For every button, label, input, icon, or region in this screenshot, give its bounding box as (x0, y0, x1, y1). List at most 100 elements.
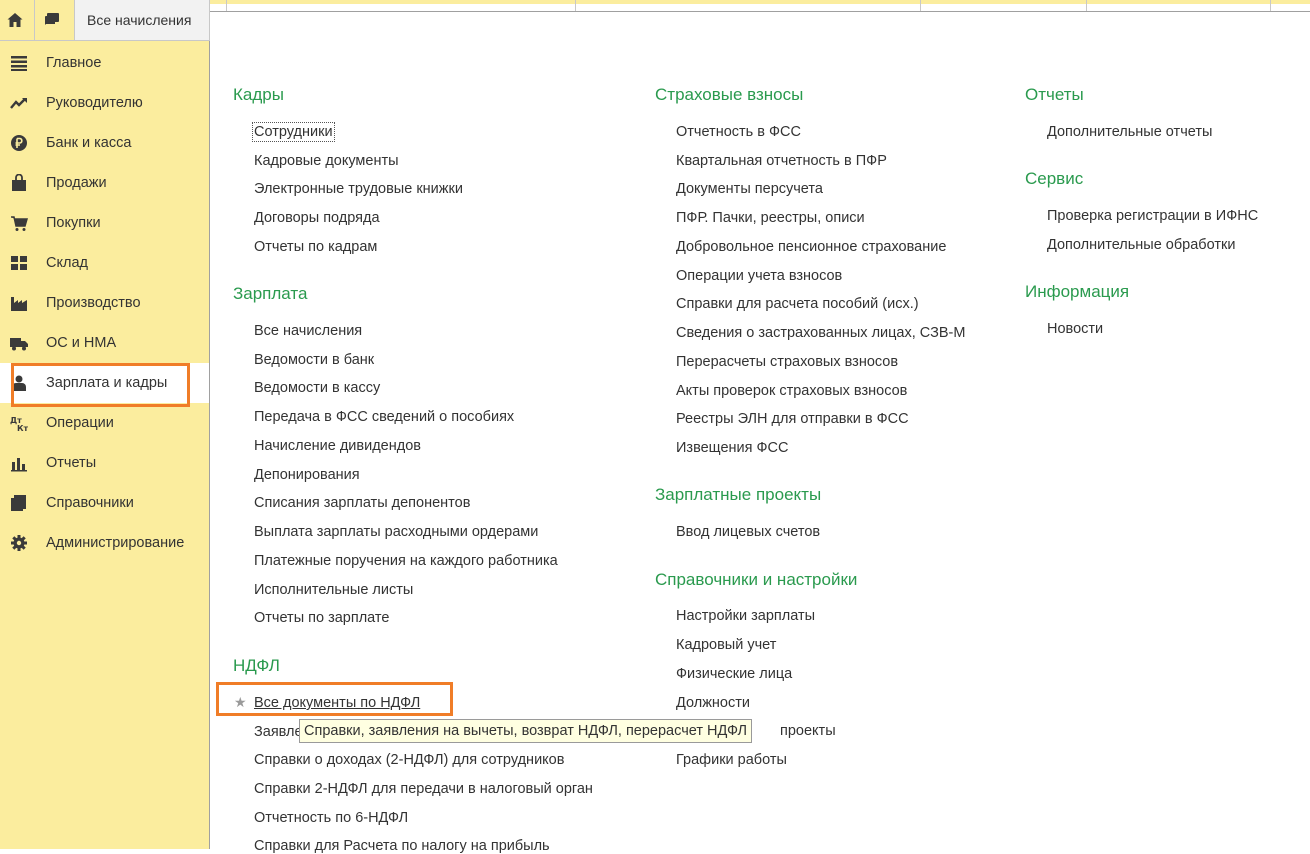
link-2ndfl-tax-authority[interactable]: Справки 2-НДФЛ для передачи в налоговый … (254, 781, 593, 797)
top-bar: Все начисления (0, 0, 210, 41)
tab-all-accruals[interactable]: Все начисления (74, 0, 209, 40)
link-pfr-quarterly[interactable]: Квартальная отчетность в ПФР (676, 153, 887, 169)
link-hr-documents[interactable]: Кадровые документы (254, 153, 399, 169)
section-title-service: Сервис (1025, 169, 1084, 188)
tooltip: Справки, заявления на вычеты, возврат НД… (299, 719, 753, 743)
link-electronic-workbooks[interactable]: Электронные трудовые книжки (254, 181, 463, 197)
link-voluntary-pension[interactable]: Добровольное пенсионное страхование (676, 239, 946, 255)
sidebar-item-label: Справочники (46, 495, 134, 511)
sidebar-item-label: Руководителю (46, 95, 143, 111)
link-fss-benefits[interactable]: Передача в ФСС сведений о пособиях (254, 409, 514, 425)
link-bank-statements[interactable]: Ведомости в банк (254, 352, 374, 368)
sidebar-item-reports[interactable]: Отчеты (0, 443, 209, 483)
link-hr-accounting[interactable]: Кадровый учет (676, 637, 776, 653)
link-employees[interactable]: Сотрудники (252, 122, 335, 142)
section-title-salary-projects: Зарплатные проекты (655, 485, 822, 504)
link-fss-notices[interactable]: Извещения ФСС (676, 440, 788, 456)
menu-lines-icon (10, 54, 28, 72)
sidebar-item-purchases[interactable]: Покупки (0, 203, 209, 243)
highlight-frame-ndfl (216, 682, 453, 716)
sidebar-item-fixed-assets[interactable]: ОС и НМА (0, 323, 209, 363)
section-title-reports: Отчеты (1025, 85, 1084, 104)
link-salary-settings[interactable]: Настройки зарплаты (676, 608, 815, 624)
sidebar-item-sales[interactable]: Продажи (0, 163, 209, 203)
window-tabs-strip (210, 0, 1310, 12)
chat-icon[interactable] (37, 4, 67, 36)
link-fss-reporting[interactable]: Отчетность в ФСС (676, 124, 801, 140)
link-personal-records[interactable]: Документы персучета (676, 181, 823, 197)
link-positions[interactable]: Должности (676, 695, 750, 711)
link-additional-processing[interactable]: Дополнительные обработки (1047, 237, 1235, 253)
gear-icon (10, 534, 28, 552)
cart-icon (10, 214, 28, 232)
link-deposit-writeoffs[interactable]: Списания зарплаты депонентов (254, 495, 470, 511)
section-title-salary: Зарплата (233, 284, 308, 303)
svg-text:Кт: Кт (17, 424, 28, 432)
link-salary-projects-partial[interactable]: проекты (780, 723, 836, 739)
link-pfr-packs[interactable]: ПФР. Пачки, реестры, описи (676, 210, 865, 226)
section-title-insurance: Страховые взносы (655, 85, 804, 104)
section-title-settings: Справочники и настройки (655, 570, 858, 589)
highlight-frame-sidebar (11, 363, 190, 407)
sidebar-item-label: ОС и НМА (46, 335, 117, 351)
link-2ndfl-employees[interactable]: Справки о доходах (2-НДФЛ) для сотрудник… (254, 752, 564, 768)
link-szv-m[interactable]: Сведения о застрахованных лицах, СЗВ-М (676, 325, 965, 341)
home-icon[interactable] (0, 4, 30, 36)
sidebar-item-directories[interactable]: Справочники (0, 483, 209, 523)
link-all-accruals[interactable]: Все начисления (254, 323, 362, 339)
trend-up-icon (10, 94, 28, 112)
shopping-bag-icon (10, 174, 28, 192)
link-deposits[interactable]: Депонирования (254, 467, 360, 483)
sidebar-item-bank[interactable]: Банк и касса (0, 123, 209, 163)
link-hr-reports[interactable]: Отчеты по кадрам (254, 239, 377, 255)
bar-chart-icon (10, 454, 28, 472)
truck-icon (10, 334, 28, 352)
link-payment-orders[interactable]: Платежные поручения на каждого работника (254, 553, 558, 569)
sidebar-item-label: Банк и касса (46, 135, 132, 151)
ruble-coin-icon (10, 134, 28, 152)
link-profit-tax-certificates[interactable]: Справки для Расчета по налогу на прибыль (254, 838, 550, 854)
link-salary-reports[interactable]: Отчеты по зарплате (254, 610, 389, 626)
sidebar-item-warehouse[interactable]: Склад (0, 243, 209, 283)
sidebar-item-label: Главное (46, 55, 102, 71)
link-writs[interactable]: Исполнительные листы (254, 582, 413, 598)
link-contribution-recalc[interactable]: Перерасчеты страховых взносов (676, 354, 898, 370)
debit-credit-icon: Дт Кт (10, 414, 28, 432)
sidebar-item-main[interactable]: Главное (0, 43, 209, 83)
sidebar-item-label: Покупки (46, 215, 101, 231)
sidebar-item-operations[interactable]: Дт Кт Операции (0, 403, 209, 443)
link-inspection-acts[interactable]: Акты проверок страховых взносов (676, 383, 907, 399)
link-work-schedules[interactable]: Графики работы (676, 752, 787, 768)
sidebar-item-label: Производство (46, 295, 141, 311)
link-personal-accounts[interactable]: Ввод лицевых счетов (676, 524, 820, 540)
link-contracts[interactable]: Договоры подряда (254, 210, 380, 226)
section-content: Кадры Сотрудники Кадровые документы Элек… (210, 13, 1310, 854)
sidebar-item-manager[interactable]: Руководителю (0, 83, 209, 123)
sidebar-item-label: Операции (46, 415, 114, 431)
link-6ndfl-reporting[interactable]: Отчетность по 6-НДФЛ (254, 810, 408, 826)
link-eln-registries[interactable]: Реестры ЭЛН для отправки в ФСС (676, 411, 909, 427)
link-contribution-operations[interactable]: Операции учета взносов (676, 268, 842, 284)
section-title-ndfl: НДФЛ (233, 656, 280, 675)
section-title-info: Информация (1025, 282, 1130, 301)
link-news[interactable]: Новости (1047, 321, 1103, 337)
sidebar-item-label: Склад (46, 255, 88, 271)
link-additional-reports[interactable]: Дополнительные отчеты (1047, 124, 1212, 140)
link-dividends[interactable]: Начисление дивидендов (254, 438, 421, 454)
link-applications[interactable]: Заявле (254, 724, 303, 740)
sidebar-item-label: Администрирование (46, 535, 185, 551)
warehouse-grid-icon (10, 254, 28, 272)
section-title-hr: Кадры (233, 85, 284, 104)
books-icon (10, 494, 28, 512)
link-benefit-certificates[interactable]: Справки для расчета пособий (исх.) (676, 296, 919, 312)
sidebar-item-production[interactable]: Производство (0, 283, 209, 323)
sidebar-item-label: Продажи (46, 175, 107, 191)
link-individuals[interactable]: Физические лица (676, 666, 792, 682)
link-ifns-check[interactable]: Проверка регистрации в ИФНС (1047, 208, 1258, 224)
sidebar-item-administration[interactable]: Администрирование (0, 523, 209, 563)
factory-icon (10, 294, 28, 312)
sections-panel: Главное Руководителю Банк и касса Продаж… (0, 41, 210, 849)
link-cash-statements[interactable]: Ведомости в кассу (254, 380, 380, 396)
link-cash-order-payments[interactable]: Выплата зарплаты расходными ордерами (254, 524, 538, 540)
sidebar-item-label: Отчеты (46, 455, 97, 471)
